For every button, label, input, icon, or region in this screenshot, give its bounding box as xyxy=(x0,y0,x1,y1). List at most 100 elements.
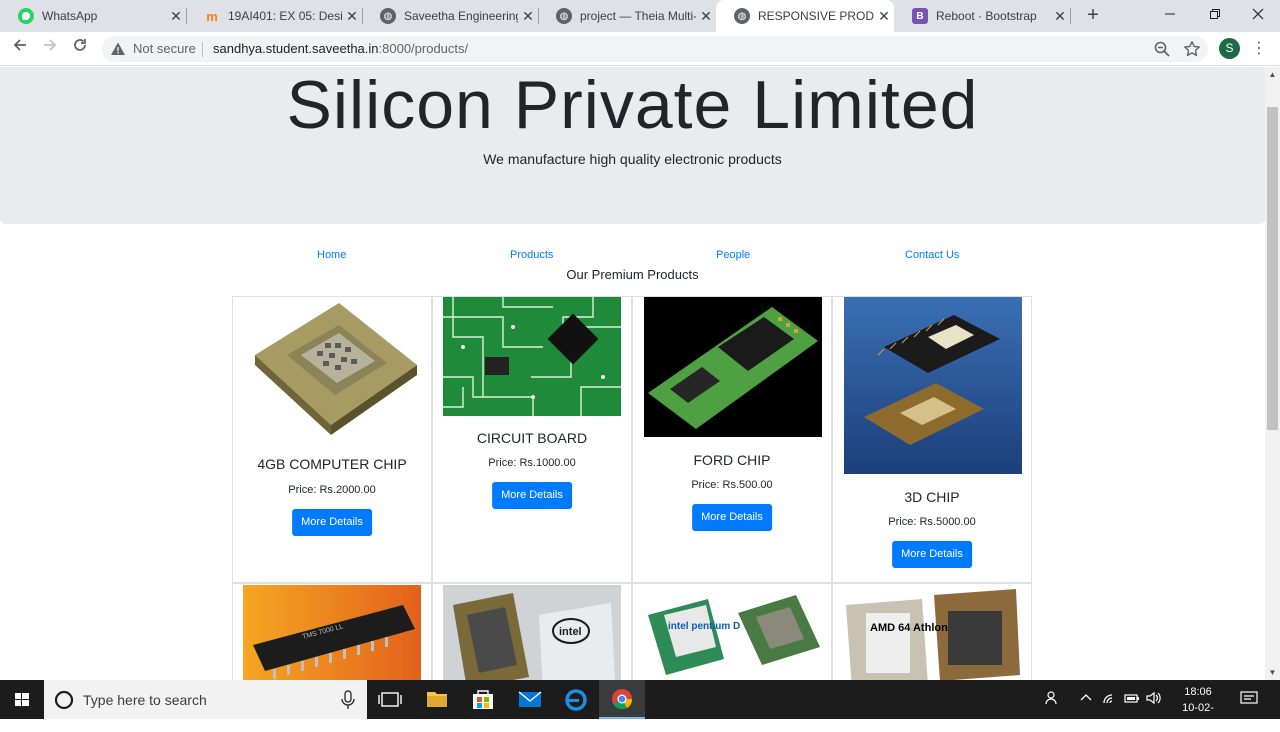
product-card: FORD CHIP Price: Rs.500.00 More Details xyxy=(632,296,832,583)
tab-moodle[interactable]: m 19AI401: EX 05: Design ✕ xyxy=(186,0,362,32)
nav-contact-link[interactable]: Contact Us xyxy=(905,249,959,261)
people-icon[interactable] xyxy=(1045,690,1061,709)
tab-title: WhatsApp xyxy=(42,9,98,23)
forward-button[interactable] xyxy=(39,37,61,59)
kebab-menu-icon[interactable]: ⋮ xyxy=(1251,38,1267,60)
tab-saveetha[interactable]: ◍ Saveetha Engineering C ✕ xyxy=(362,0,538,32)
product-image: intel pentium D xyxy=(644,585,822,680)
section-title: Our Premium Products xyxy=(566,267,699,282)
close-tab-icon[interactable]: ✕ xyxy=(166,8,186,25)
product-name: 4GB COMPUTER CHIP xyxy=(257,456,407,472)
intel-chip-image: intel xyxy=(443,585,621,680)
product-card: AMD 64 Athlon xyxy=(832,583,1032,680)
restore-button[interactable] xyxy=(1193,0,1237,30)
scroll-down-arrow-icon[interactable]: ▼ xyxy=(1265,665,1280,680)
back-arrow-icon xyxy=(13,39,26,51)
task-view-icon xyxy=(378,692,402,707)
volume-icon[interactable] xyxy=(1145,690,1161,709)
store-bag-icon xyxy=(473,690,493,709)
clock-date: 10-02-2021 xyxy=(1182,702,1214,730)
more-details-button[interactable]: More Details xyxy=(492,482,572,509)
more-details-button[interactable]: More Details xyxy=(892,541,972,568)
amd-chip-image: AMD 64 Athlon xyxy=(844,585,1022,680)
close-tab-icon[interactable]: ✕ xyxy=(518,8,538,25)
product-card: TMS 7000 LL xyxy=(232,583,432,680)
close-tab-icon[interactable]: ✕ xyxy=(696,8,716,25)
close-icon xyxy=(1252,8,1264,20)
profile-avatar[interactable]: S xyxy=(1219,38,1240,59)
chevron-up-icon[interactable] xyxy=(1080,690,1092,709)
more-details-button[interactable]: More Details xyxy=(692,504,772,531)
wifi-icon[interactable] xyxy=(1102,690,1118,709)
product-image xyxy=(443,297,621,416)
url-text[interactable]: sandhya.student.saveetha.in:8000/product… xyxy=(213,41,468,56)
tab-separator xyxy=(1070,8,1071,24)
intel-logo-text: intel xyxy=(559,626,582,638)
store-button[interactable] xyxy=(460,680,506,719)
moodle-icon: m xyxy=(206,8,218,24)
notifications-icon[interactable] xyxy=(1240,690,1258,709)
windows-logo-icon xyxy=(15,693,29,706)
tab-bootstrap[interactable]: B Reboot · Bootstrap ✕ xyxy=(894,0,1070,32)
mail-icon xyxy=(518,691,542,707)
task-view-button[interactable] xyxy=(367,680,413,719)
start-button[interactable] xyxy=(0,680,44,719)
edge-browser-icon xyxy=(565,689,587,711)
tab-title: Reboot · Bootstrap xyxy=(936,9,1037,23)
close-tab-icon[interactable]: ✕ xyxy=(874,8,894,25)
cpu-chip-image xyxy=(243,297,421,444)
product-price: Price: Rs.1000.00 xyxy=(488,457,576,469)
scrollbar-thumb[interactable] xyxy=(1267,107,1278,430)
circuit-board-image xyxy=(443,297,621,416)
chrome-button[interactable] xyxy=(599,680,645,719)
edge-button[interactable] xyxy=(553,680,599,719)
product-image: intel xyxy=(443,585,621,680)
back-button[interactable] xyxy=(9,37,31,59)
close-tab-icon[interactable]: ✕ xyxy=(1050,8,1070,25)
product-name: 3D CHIP xyxy=(904,489,960,505)
folder-icon xyxy=(427,692,447,707)
zoom-icon[interactable] xyxy=(1153,40,1171,58)
tab-responsive-product[interactable]: ◍ RESPONSIVE PRODUCT ✕ xyxy=(716,0,894,32)
product-name: CIRCUIT BOARD xyxy=(476,430,588,446)
product-image: AMD 64 Athlon xyxy=(844,585,1022,680)
tab-title: Saveetha Engineering C xyxy=(404,9,518,23)
product-card: 3D CHIP Price: Rs.5000.00 More Details xyxy=(832,296,1032,583)
product-card: intel xyxy=(432,583,632,680)
file-explorer-button[interactable] xyxy=(414,680,460,719)
more-details-button[interactable]: More Details xyxy=(292,509,372,536)
microphone-icon xyxy=(341,690,355,709)
product-card: intel pentium D xyxy=(632,583,832,680)
globe-icon: ◍ xyxy=(556,8,572,24)
close-window-button[interactable] xyxy=(1236,0,1280,30)
url-host: sandhya.student.saveetha.in xyxy=(213,41,379,56)
globe-icon: ◍ xyxy=(734,8,750,24)
product-image xyxy=(844,297,1022,474)
nav-home-link[interactable]: Home xyxy=(317,249,346,261)
product-name: FORD CHIP xyxy=(693,452,771,468)
product-card: CIRCUIT BOARD Price: Rs.1000.00 More Det… xyxy=(432,296,632,583)
jumbotron: Silicon Private Limited We manufacture h… xyxy=(0,67,1265,224)
warning-icon[interactable] xyxy=(110,41,126,57)
new-tab-button[interactable]: + xyxy=(1082,4,1104,28)
reload-button[interactable] xyxy=(69,37,91,59)
scroll-up-arrow-icon[interactable]: ▲ xyxy=(1265,67,1280,82)
address-separator xyxy=(202,42,203,57)
tab-whatsapp[interactable]: WhatsApp ✕ xyxy=(0,0,186,32)
nav-people-link[interactable]: People xyxy=(716,249,750,261)
not-secure-label[interactable]: Not secure xyxy=(133,41,196,56)
restore-icon xyxy=(1210,9,1220,19)
bookmark-star-icon[interactable] xyxy=(1183,40,1201,58)
mail-button[interactable] xyxy=(507,680,553,719)
close-tab-icon[interactable]: ✕ xyxy=(342,8,362,25)
url-path: :8000/products/ xyxy=(378,41,469,56)
battery-icon[interactable] xyxy=(1124,690,1140,709)
tab-theia[interactable]: ◍ project — Theia Multi-L ✕ xyxy=(538,0,716,32)
reload-icon xyxy=(74,39,86,51)
taskbar-clock[interactable]: 18:06 10-02-2021 xyxy=(1170,684,1226,732)
nav-products-link[interactable]: Products xyxy=(510,249,553,261)
minimize-icon xyxy=(1165,13,1175,15)
brand-tagline: We manufacture high quality electronic p… xyxy=(483,151,782,167)
minimize-button[interactable] xyxy=(1148,0,1192,30)
dip-chip-image: TMS 7000 LL xyxy=(243,585,421,680)
